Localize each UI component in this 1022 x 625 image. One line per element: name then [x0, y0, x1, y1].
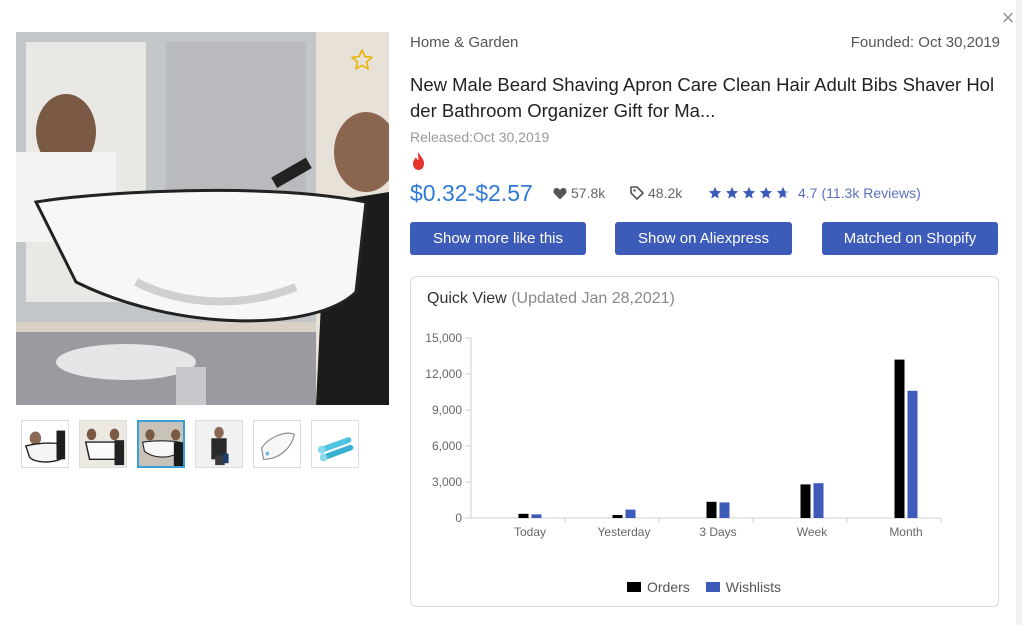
star-icon	[708, 186, 722, 199]
bar-orders-week[interactable]	[800, 484, 811, 518]
bar-wishlists-yesterday[interactable]	[625, 509, 636, 518]
favorite-star-icon[interactable]	[350, 48, 374, 72]
heart-icon	[553, 187, 567, 199]
price-range: $0.32-$2.57	[410, 180, 533, 206]
x-tick-label: Week	[797, 525, 828, 539]
bar-wishlists-today[interactable]	[531, 514, 542, 518]
bar-orders-3-days[interactable]	[706, 501, 717, 518]
legend-orders-swatch	[627, 582, 641, 592]
y-tick-label: 12,000	[425, 367, 462, 381]
thumbnail-apron-mirror[interactable]	[137, 420, 185, 468]
thumbnail-apron-two-men[interactable]	[79, 420, 127, 468]
y-tick-label: 15,000	[425, 331, 462, 345]
show-more-like-this-button[interactable]: Show more like this	[410, 222, 586, 255]
y-tick-label: 0	[455, 511, 462, 525]
likes-stat: 57.8k	[553, 185, 605, 201]
bar-orders-today[interactable]	[518, 513, 529, 518]
legend-wishlists-swatch	[705, 582, 720, 592]
rating-stat: 4.7 (11.3k Reviews)	[708, 185, 921, 201]
y-tick-label: 9,000	[432, 403, 462, 417]
quick-view-card: Quick View (Updated Jan 28,2021) 0 3,000 6…	[410, 276, 999, 607]
tag-icon	[630, 186, 644, 200]
matched-on-shopify-button[interactable]: Matched on Shopify	[822, 222, 998, 255]
y-tick-label: 6,000	[432, 439, 462, 453]
released-date: Released:Oct 30,2019	[410, 129, 550, 145]
x-tick-label: Today	[514, 525, 546, 539]
legend-wishlists[interactable]: Wishlists	[705, 579, 782, 595]
orders-count: 48.2k	[648, 185, 683, 201]
star-icon	[742, 186, 756, 199]
likes-count: 57.8k	[571, 185, 606, 201]
thumbnail-strip	[21, 420, 359, 468]
star-icon	[776, 186, 790, 199]
orders-stat: 48.2k	[630, 185, 682, 201]
founded-date: Founded: Oct 30,2019	[850, 34, 1000, 51]
x-tick-label: Month	[889, 525, 922, 539]
thumbnail-suction-cups[interactable]	[311, 420, 359, 468]
quick-view-bar-chart: 0 3,000 6,000 9,000 12,000 15,000 Today Yesterd…	[425, 331, 942, 539]
thumbnail-folded-apron[interactable]	[253, 420, 301, 468]
thumbnail-man-wearing-apron[interactable]	[195, 420, 243, 468]
y-tick-label: 3,000	[432, 475, 462, 489]
x-tick-label: 3 Days	[699, 525, 736, 539]
rating-value: 4.7	[798, 185, 818, 201]
x-tick-label: Yesterday	[598, 525, 651, 539]
legend-wishlists-label: Wishlists	[725, 579, 782, 595]
thumbnail-apron-front[interactable]	[21, 420, 69, 468]
bar-wishlists-month[interactable]	[907, 390, 918, 518]
rating-stars	[708, 186, 790, 200]
category-label: Home & Garden	[410, 34, 519, 51]
legend-orders[interactable]: Orders	[627, 579, 690, 595]
product-main-image	[16, 32, 389, 405]
product-title: New Male Beard Shaving Apron Care Clean …	[410, 74, 995, 121]
star-icon	[759, 186, 773, 199]
bar-orders-month[interactable]	[894, 359, 905, 518]
bar-orders-yesterday[interactable]	[612, 515, 623, 518]
legend-orders-label: Orders	[647, 579, 690, 595]
fire-icon	[413, 152, 424, 170]
review-count: (11.3k Reviews)	[821, 185, 921, 201]
scrollbar[interactable]	[1016, 0, 1022, 625]
bar-wishlists-week[interactable]	[813, 483, 824, 518]
chart-legend: Orders Wishlists	[627, 579, 781, 595]
star-icon	[725, 186, 739, 199]
close-icon[interactable]: ×	[998, 7, 1018, 29]
show-on-aliexpress-button[interactable]: Show on Aliexpress	[615, 222, 792, 255]
bar-wishlists-3-days[interactable]	[719, 502, 730, 518]
